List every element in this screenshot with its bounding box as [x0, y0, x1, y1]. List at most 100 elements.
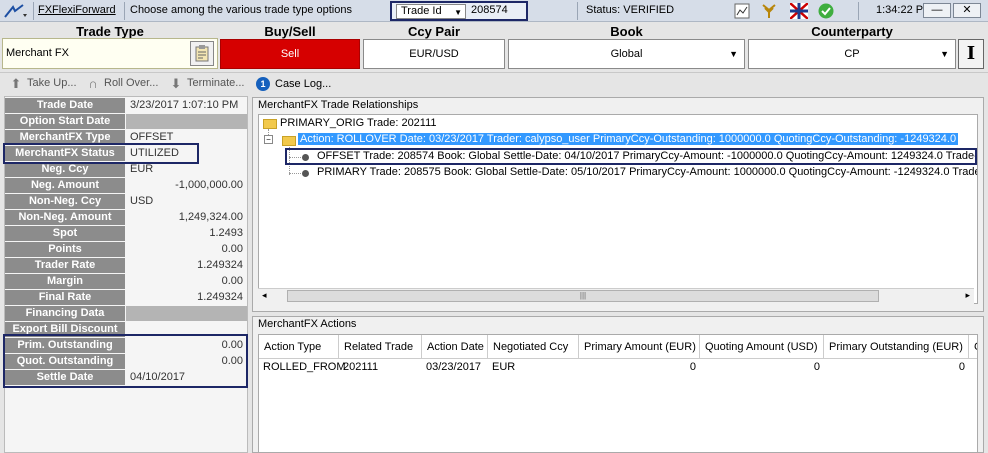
table-cell[interactable]: ROLLED_FROM: [259, 359, 346, 376]
trade-type-value: Merchant FX: [6, 47, 69, 59]
column-header[interactable]: Negotiated Ccy: [488, 335, 579, 359]
book-value: Global: [610, 48, 643, 60]
column-header[interactable]: Primary Outstanding (EUR): [824, 335, 969, 359]
tree-node-root[interactable]: PRIMARY_ORIG Trade: 202111: [280, 117, 437, 129]
arrow-down-icon: ⬇: [170, 76, 182, 91]
separator: [124, 2, 125, 20]
field-label: Non-Neg. Amount: [5, 210, 125, 225]
tree-connector: [268, 129, 269, 135]
table-cell[interactable]: 0: [579, 359, 700, 376]
case-log-button[interactable]: Case Log...: [275, 78, 331, 90]
field-value: USD: [130, 195, 154, 207]
branch-icon[interactable]: [760, 3, 778, 19]
field-value: [126, 306, 247, 321]
app-title-link[interactable]: FXFlexiForward: [38, 4, 116, 16]
tree-connector: [289, 173, 301, 174]
tree-node-primary[interactable]: PRIMARY Trade: 208575 Book: Global Settl…: [317, 166, 977, 178]
field-value: [126, 114, 247, 129]
trade-type-picker-button[interactable]: [190, 41, 214, 66]
info-badge-icon: 1: [256, 77, 270, 91]
flag-icon: [790, 3, 808, 19]
trade-id-value[interactable]: 208574: [471, 4, 508, 16]
field-value: -1,000,000.00: [175, 179, 243, 191]
bullet-icon: [302, 170, 309, 177]
field-row-margin: Margin 0.00: [5, 274, 247, 290]
table-cell[interactable]: 03/23/2017: [422, 359, 488, 376]
chevron-down-icon: ▼: [940, 49, 949, 59]
scroll-left-icon[interactable]: ◂: [262, 290, 267, 301]
field-row-non-neg-ccy: Non-Neg. Ccy USD: [5, 194, 247, 210]
counterparty-value: CP: [844, 48, 860, 60]
chevron-down-icon: ▼: [454, 8, 462, 17]
buy-sell-label: Buy/Sell: [264, 24, 316, 39]
separator: [577, 2, 578, 20]
clipboard-icon: [195, 45, 209, 62]
trade-id-dropdown[interactable]: Trade Id ▼: [396, 4, 466, 19]
column-header[interactable]: Related Trade: [339, 335, 422, 359]
status-text: Status: VERIFIED: [586, 4, 675, 16]
book-dropdown[interactable]: Global ▼: [508, 39, 745, 69]
field-value[interactable]: 3/23/2017 1:07:10 PM: [126, 98, 247, 113]
field-value: EUR: [130, 163, 154, 175]
column-header[interactable]: Quoting Amount (USD): [700, 335, 824, 359]
field-label: Trade Date: [5, 98, 125, 113]
field-label: Final Rate: [5, 290, 125, 305]
scrollbar-thumb[interactable]: |||: [287, 290, 879, 302]
column-header[interactable]: C: [969, 335, 977, 359]
field-label: Points: [5, 242, 125, 257]
folder-icon: [263, 119, 277, 129]
field-label: Neg. Amount: [5, 178, 125, 193]
field-value: 1,249,324.00: [178, 211, 243, 223]
field-row-neg-amount: Neg. Amount -1,000,000.00: [5, 178, 247, 194]
column-header[interactable]: Primary Amount (EUR): [579, 335, 700, 359]
table-cell[interactable]: EUR: [488, 359, 579, 376]
take-up-button[interactable]: Take Up...: [27, 77, 77, 89]
terminate-button[interactable]: Terminate...: [187, 77, 244, 89]
field-row-points: Points 0.00: [5, 242, 247, 258]
scroll-right-icon[interactable]: ▸: [965, 290, 970, 301]
field-value[interactable]: 0.00: [126, 242, 247, 257]
table-cell[interactable]: 0: [700, 359, 824, 376]
table-cell[interactable]: 0: [824, 359, 969, 376]
field-value[interactable]: 0.00: [126, 274, 247, 289]
roll-over-button[interactable]: Roll Over...: [104, 77, 158, 89]
counterparty-dropdown[interactable]: CP ▼: [748, 39, 956, 69]
separator: [33, 2, 34, 20]
close-icon: ✕: [962, 4, 972, 16]
minimize-button[interactable]: —: [923, 3, 951, 18]
field-value[interactable]: 1.249324: [126, 258, 247, 273]
actions-title: MerchantFX Actions: [258, 318, 357, 330]
minimize-icon: —: [931, 4, 943, 16]
field-row-final-rate: Final Rate 1.249324: [5, 290, 247, 306]
field-value: 1.249324: [197, 291, 243, 303]
field-row-option-start-date: Option Start Date: [5, 114, 247, 130]
field-label: Option Start Date: [5, 114, 125, 129]
field-row-spot: Spot 1.2493: [5, 226, 247, 242]
close-button[interactable]: ✕: [953, 3, 981, 18]
book-label: Book: [610, 24, 643, 39]
chevron-down-icon: ▼: [729, 49, 738, 59]
check-icon: [818, 3, 834, 19]
ccy-pair-input[interactable]: EUR/USD: [363, 39, 505, 69]
field-row-trader-rate: Trader Rate 1.249324: [5, 258, 247, 274]
arrow-up-icon: ⬆: [10, 76, 22, 91]
status-highlight: [3, 143, 199, 164]
app-logo-icon[interactable]: [3, 3, 29, 19]
field-value[interactable]: 1.2493: [126, 226, 247, 241]
table-cell[interactable]: 202111: [339, 359, 422, 376]
column-header[interactable]: Action Date: [422, 335, 488, 359]
info-i-button[interactable]: I: [958, 39, 984, 69]
buy-sell-toggle[interactable]: Sell: [220, 39, 360, 69]
field-row-trade-date: Trade Date 3/23/2017 1:07:10 PM: [5, 98, 247, 114]
headset-icon: ∩: [88, 76, 98, 91]
trade-id-label: Trade Id: [401, 5, 442, 17]
field-label: Financing Data: [5, 306, 125, 321]
collapse-icon[interactable]: −: [264, 135, 273, 144]
counterparty-label: Counterparty: [811, 24, 893, 39]
chart-icon[interactable]: [734, 3, 750, 19]
relationships-tree: PRIMARY_ORIG Trade: 202111 − Action: ROL…: [258, 114, 978, 304]
field-label: Non-Neg. Ccy: [5, 194, 125, 209]
tree-node-action[interactable]: Action: ROLLOVER Date: 03/23/2017 Trader…: [298, 133, 959, 145]
field-label: Margin: [5, 274, 125, 289]
column-header[interactable]: Action Type: [259, 335, 339, 359]
